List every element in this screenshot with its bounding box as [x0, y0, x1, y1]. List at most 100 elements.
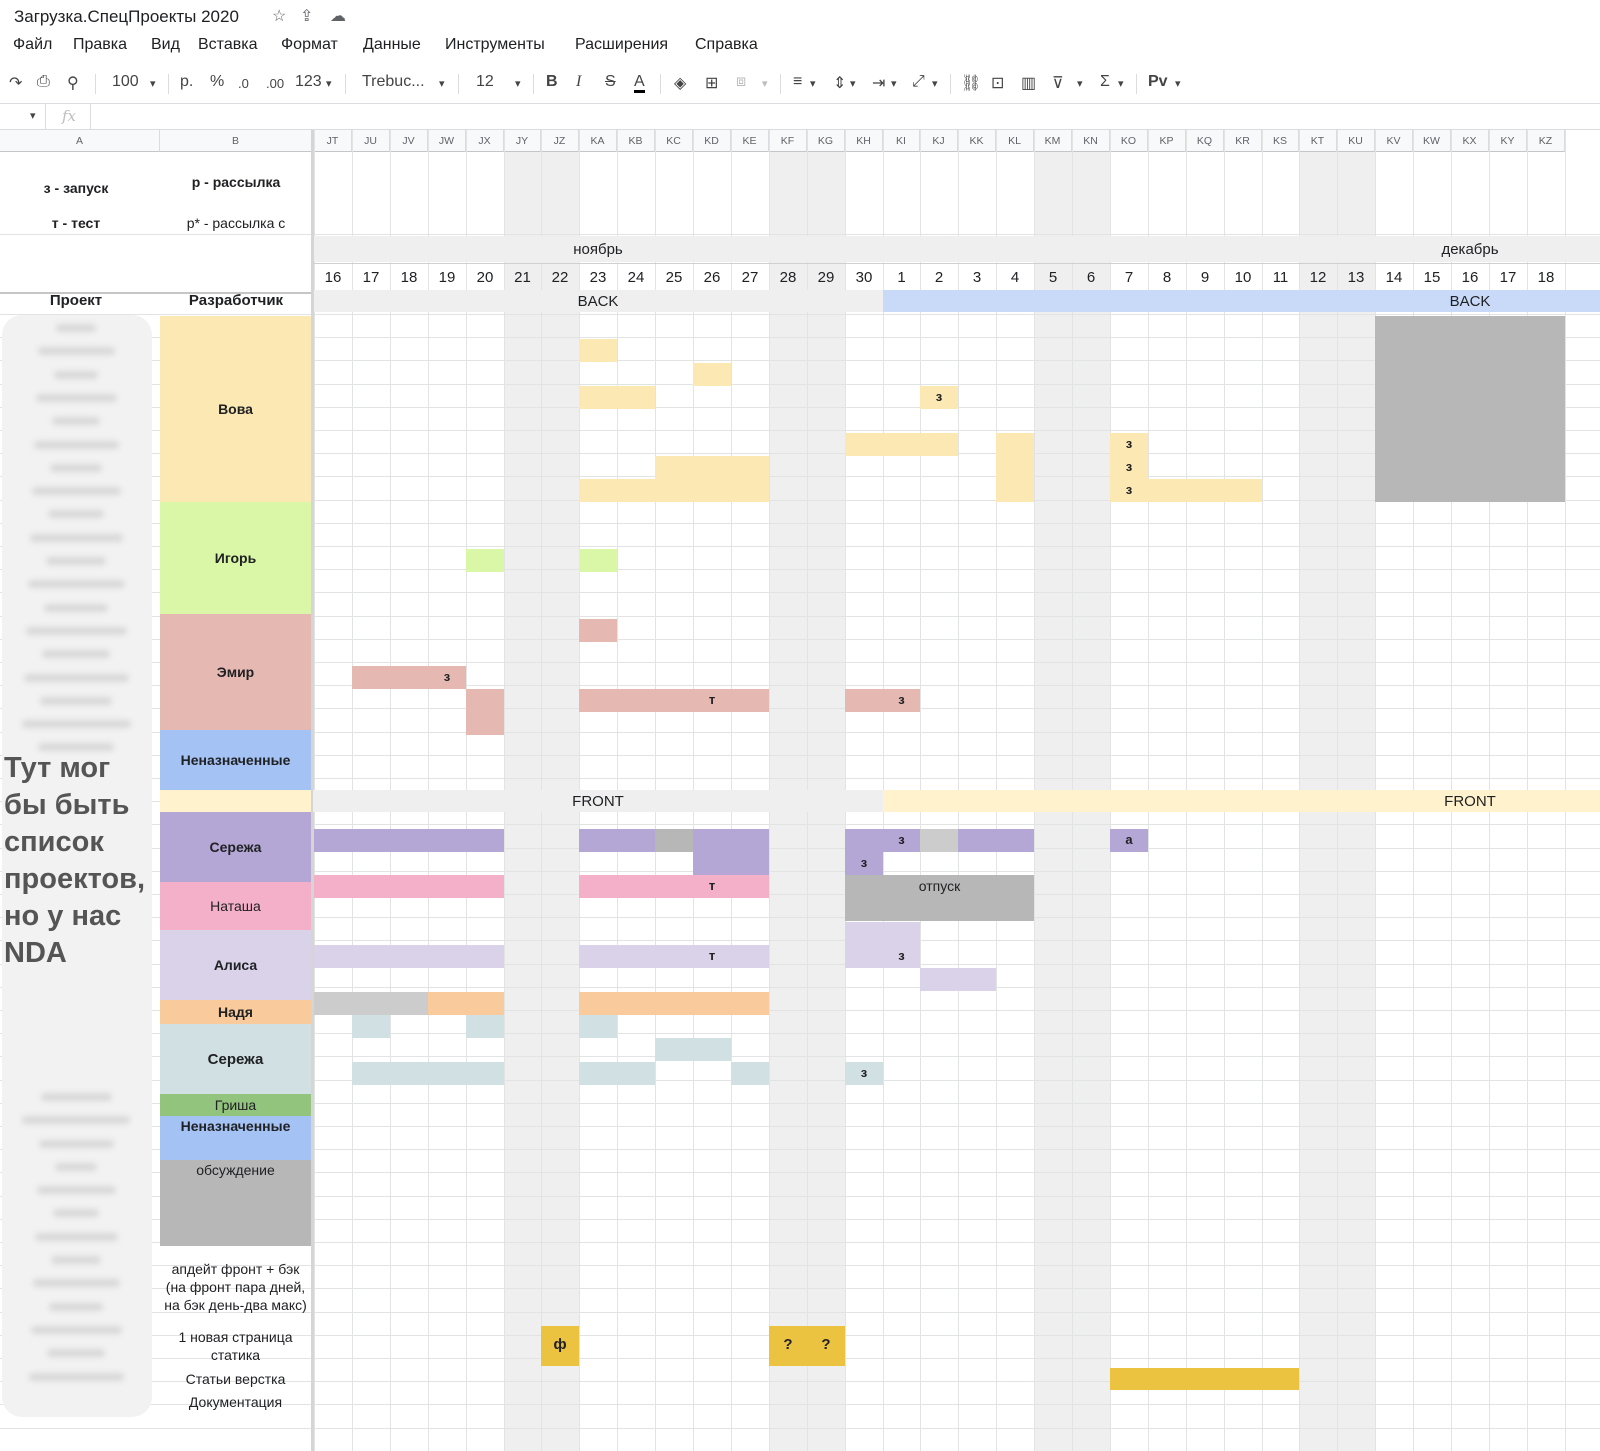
dev-unassigned-back[interactable]: Неназначенные: [160, 730, 311, 790]
col-header-ko[interactable]: KO: [1110, 130, 1148, 152]
schedule-bar[interactable]: [1148, 479, 1262, 502]
col-header-km[interactable]: KM: [1034, 130, 1072, 152]
chevron-down-icon[interactable]: ▾: [150, 77, 156, 90]
schedule-bar[interactable]: [466, 1015, 504, 1038]
col-header-kp[interactable]: KP: [1148, 130, 1186, 152]
dev-igor[interactable]: Игорь: [160, 502, 311, 614]
chevron-down-icon[interactable]: ▾: [515, 77, 521, 90]
col-header-kr[interactable]: KR: [1224, 130, 1262, 152]
chevron-down-icon[interactable]: ▾: [326, 77, 332, 90]
percent-format-button[interactable]: %: [210, 73, 224, 91]
functions-button[interactable]: Σ: [1100, 73, 1110, 91]
insert-link-icon[interactable]: ⛓: [961, 73, 981, 93]
dev-emir[interactable]: Эмир: [160, 614, 311, 730]
italic-button[interactable]: I: [576, 73, 581, 91]
document-title[interactable]: Загрузка.СпецПроекты 2020: [14, 7, 239, 27]
dev-natasha[interactable]: Наташа: [160, 882, 311, 930]
col-header-kc[interactable]: KC: [655, 130, 693, 152]
col-header-kt[interactable]: KT: [1299, 130, 1337, 152]
chevron-down-icon[interactable]: ▾: [891, 77, 897, 90]
schedule-bar[interactable]: [579, 689, 769, 712]
col-header-ku[interactable]: KU: [1337, 130, 1375, 152]
formula-input[interactable]: [92, 104, 1592, 129]
menu-help[interactable]: Справка: [695, 36, 758, 54]
schedule-bar[interactable]: [314, 945, 504, 968]
strikethrough-button[interactable]: S: [605, 73, 616, 91]
menu-insert[interactable]: Вставка: [198, 36, 257, 54]
schedule-bar[interactable]: [579, 339, 617, 362]
dev-discussion[interactable]: обсуждение: [160, 1160, 311, 1246]
schedule-bar[interactable]: [579, 829, 655, 852]
col-header-jw[interactable]: JW: [428, 130, 466, 152]
menu-format[interactable]: Формат: [281, 36, 338, 54]
menu-tools[interactable]: Инструменты: [445, 36, 545, 54]
schedule-bar[interactable]: [693, 852, 769, 875]
schedule-bar[interactable]: [466, 712, 504, 735]
col-header-jy[interactable]: JY: [504, 130, 541, 152]
bold-button[interactable]: B: [546, 73, 558, 91]
schedule-bar[interactable]: [579, 992, 769, 1015]
schedule-bar[interactable]: [920, 829, 958, 852]
col-header-jx[interactable]: JX: [466, 130, 504, 152]
schedule-bar[interactable]: [693, 829, 769, 852]
schedule-bar[interactable]: [845, 922, 920, 945]
schedule-bar[interactable]: [579, 875, 769, 898]
paint-format-icon[interactable]: ⚲: [67, 73, 79, 93]
align-vertical-icon[interactable]: ⇕: [833, 73, 846, 93]
dev-vova[interactable]: Вова: [160, 316, 311, 502]
col-header-a[interactable]: A: [0, 130, 160, 152]
chevron-down-icon[interactable]: ▾: [439, 77, 445, 90]
decrease-decimal-button[interactable]: .0: [238, 76, 249, 91]
schedule-bar[interactable]: [655, 456, 769, 479]
schedule-bar[interactable]: [579, 1015, 617, 1038]
chevron-down-icon[interactable]: ▾: [850, 77, 856, 90]
col-header-jv[interactable]: JV: [390, 130, 428, 152]
schedule-bar[interactable]: [996, 456, 1034, 479]
col-header-ki[interactable]: KI: [883, 130, 920, 152]
redo-icon[interactable]: ↷: [9, 73, 22, 93]
col-header-ka[interactable]: KA: [579, 130, 617, 152]
col-header-kn[interactable]: KN: [1072, 130, 1110, 152]
col-header-ju[interactable]: JU: [352, 130, 390, 152]
chevron-down-icon[interactable]: ▾: [1118, 77, 1124, 90]
col-header-kz[interactable]: KZ: [1527, 130, 1565, 152]
font-select[interactable]: Trebuc...: [362, 73, 425, 91]
col-header-kq[interactable]: KQ: [1186, 130, 1224, 152]
col-header-b[interactable]: B: [160, 130, 312, 152]
menu-data[interactable]: Данные: [363, 36, 421, 54]
dev-alisa[interactable]: Алиса: [160, 930, 311, 1000]
font-size-select[interactable]: 12: [476, 73, 494, 91]
col-header-ke[interactable]: KE: [731, 130, 769, 152]
chevron-down-icon[interactable]: ▾: [762, 77, 768, 90]
schedule-bar[interactable]: [466, 689, 504, 712]
col-header-kk[interactable]: KK: [958, 130, 996, 152]
menu-file[interactable]: Файл: [13, 36, 52, 54]
align-horizontal-icon[interactable]: ≡: [793, 73, 802, 91]
schedule-bar[interactable]: [958, 829, 1034, 852]
schedule-bar[interactable]: [693, 363, 731, 386]
menu-view[interactable]: Вид: [151, 36, 180, 54]
insert-chart-icon[interactable]: ▥: [1021, 73, 1036, 93]
col-header-ky[interactable]: KY: [1489, 130, 1527, 152]
chevron-down-icon[interactable]: ▾: [1175, 77, 1181, 90]
schedule-bar[interactable]: [314, 875, 504, 898]
text-rotate-icon[interactable]: ⤢: [912, 73, 925, 91]
spreadsheet-grid[interactable]: A B JT JU JV JW JX JY JZ KA KB KC KD KE KF KG KH KI KJ KK…: [0, 130, 1600, 1451]
input-tools-button[interactable]: Pv: [1148, 73, 1168, 91]
text-wrap-icon[interactable]: ⇥: [872, 73, 885, 93]
schedule-bar[interactable]: [579, 619, 617, 642]
schedule-bar[interactable]: [845, 433, 958, 456]
col-header-kj[interactable]: KJ: [920, 130, 958, 152]
menu-edit[interactable]: Правка: [73, 36, 127, 54]
schedule-bar[interactable]: [314, 992, 428, 1015]
schedule-bar[interactable]: [466, 549, 504, 572]
schedule-bar[interactable]: [579, 386, 655, 409]
text-color-button[interactable]: A: [634, 73, 645, 93]
insert-comment-icon[interactable]: ⊡: [991, 73, 1004, 93]
name-box[interactable]: ▾: [0, 104, 46, 129]
chevron-down-icon[interactable]: ▾: [810, 77, 816, 90]
schedule-bar[interactable]: [996, 479, 1034, 502]
schedule-bar[interactable]: [428, 992, 504, 1015]
dev-unassigned-front[interactable]: Неназначенные: [160, 1116, 311, 1160]
zoom-select[interactable]: 100: [112, 73, 139, 91]
